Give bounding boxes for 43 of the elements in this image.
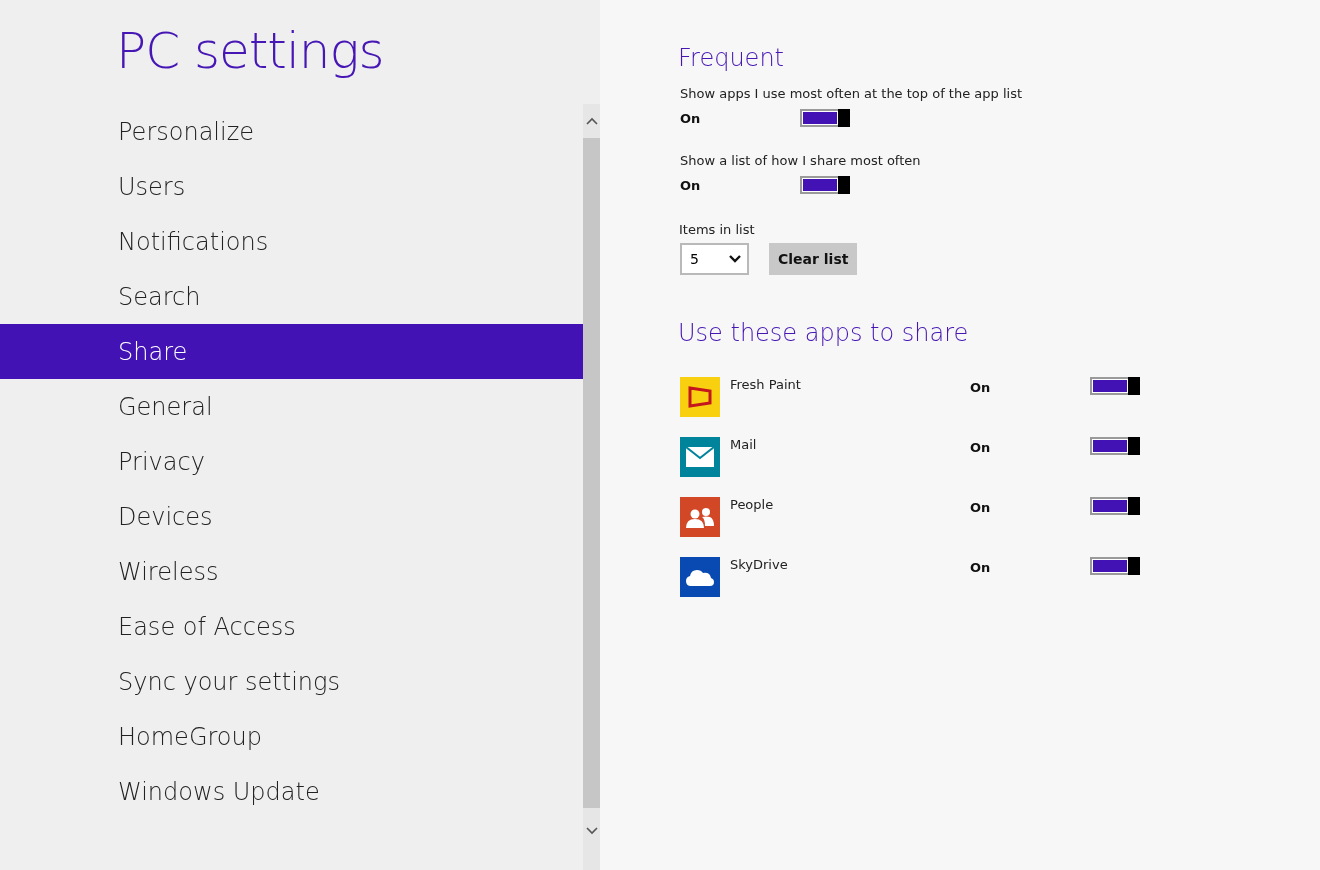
envelope-icon xyxy=(686,447,714,467)
clear-list-button[interactable]: Clear list xyxy=(769,243,858,275)
toggle-switch[interactable] xyxy=(1090,437,1140,455)
section-heading: Frequent xyxy=(678,44,785,72)
cloud-icon xyxy=(685,567,715,587)
sidebar-item[interactable]: Search xyxy=(0,269,583,324)
app-name: Fresh Paint xyxy=(730,377,802,392)
frame-icon xyxy=(687,385,713,409)
chevron-down-icon xyxy=(729,255,741,263)
scrollbar[interactable] xyxy=(583,104,600,870)
sidebar-item[interactable]: Devices xyxy=(0,489,583,544)
toggle-switch[interactable] xyxy=(800,176,850,194)
setting-label: Show a list of how I share most often xyxy=(680,153,922,168)
sidebar-item[interactable]: Personalize xyxy=(0,104,583,159)
sidebar-item[interactable]: Privacy xyxy=(0,434,583,489)
sidebar-item[interactable]: HomeGroup xyxy=(0,709,583,764)
sidebar-item[interactable]: Notifications xyxy=(0,214,583,269)
toggle-switch[interactable] xyxy=(1090,377,1140,395)
sidebar-item[interactable]: General xyxy=(0,379,583,434)
setting-label: Items in list xyxy=(679,222,756,237)
app-name: SkyDrive xyxy=(730,557,789,572)
section-heading: Use these apps to share xyxy=(678,319,970,347)
toggle-switch[interactable] xyxy=(1090,557,1140,575)
people-icon xyxy=(685,506,715,528)
toggle-state: On xyxy=(970,440,992,455)
sidebar-item[interactable]: Wireless xyxy=(0,544,583,599)
toggle-state: On xyxy=(970,380,992,395)
sidebar-item[interactable]: Share xyxy=(0,324,583,379)
setting-label: Show apps I use most often at the top of the app list xyxy=(680,86,1023,101)
items-dropdown[interactable]: 5 xyxy=(680,243,749,275)
toggle-switch[interactable] xyxy=(800,109,850,127)
page-title: PC settings xyxy=(116,21,385,82)
sidebar-item[interactable]: Windows Update xyxy=(0,764,583,819)
toggle-state: On xyxy=(970,560,992,575)
sidebar-item[interactable]: Sync your settings xyxy=(0,654,583,709)
app-name: People xyxy=(730,497,775,512)
toggle-state: On xyxy=(970,500,992,515)
sidebar-item[interactable]: Ease of Access xyxy=(0,599,583,654)
toggle-state: On xyxy=(680,110,702,126)
toggle-switch[interactable] xyxy=(1090,497,1140,515)
toggle-state: On xyxy=(680,177,702,193)
sidebar-item[interactable]: Users xyxy=(0,159,583,214)
app-name: Mail xyxy=(730,437,758,452)
